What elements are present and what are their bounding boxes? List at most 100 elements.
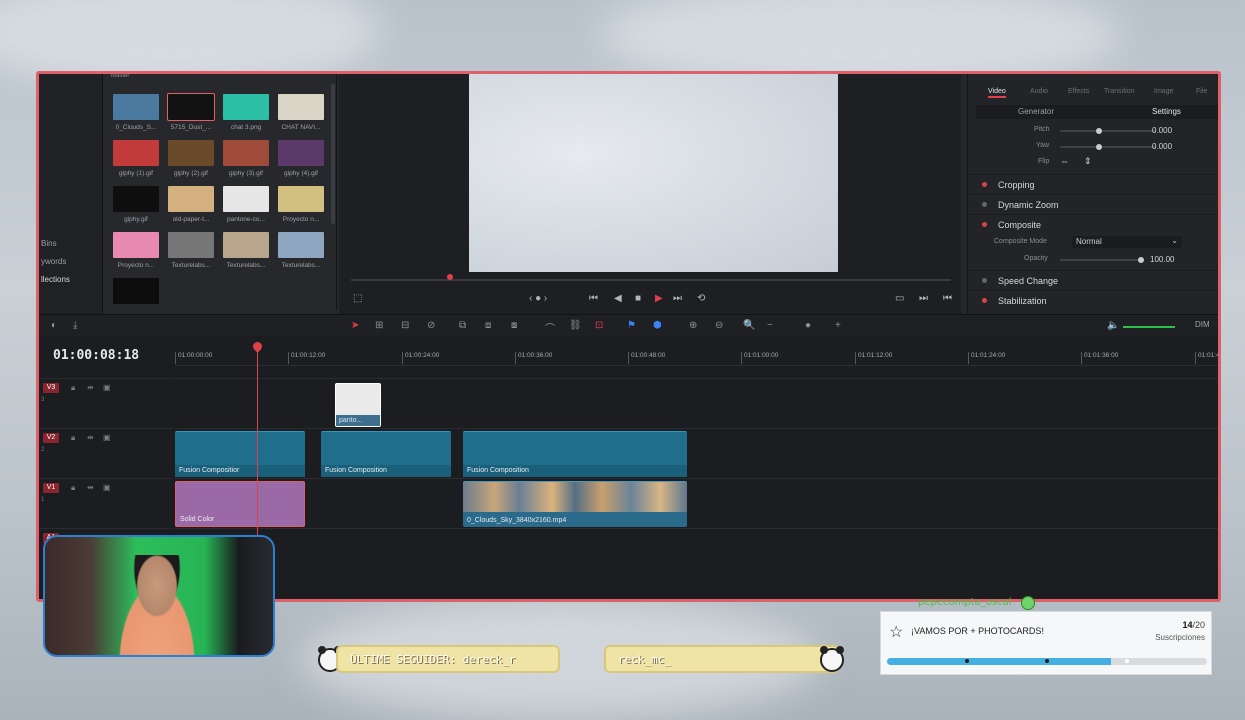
volume-slider[interactable]: [1123, 326, 1175, 328]
track-name-v3[interactable]: V3: [43, 383, 59, 393]
viewer-scrub-head[interactable]: [447, 274, 453, 280]
lock-track-icon[interactable]: 🔒︎: [71, 483, 75, 493]
subtab-generator[interactable]: Generator: [1018, 107, 1054, 116]
zoom-detail-icon[interactable]: ⊖: [715, 320, 723, 331]
speed-change-toggle[interactable]: [982, 278, 987, 283]
media-thumbnail[interactable]: giphy.gif: [113, 186, 159, 228]
clip-fusion-composition[interactable]: Fusion Composition: [463, 431, 687, 477]
link-icon[interactable]: ⛓: [569, 320, 582, 331]
media-thumbnail[interactable]: giphy (1).gif: [113, 140, 159, 182]
yaw-slider[interactable]: [1060, 146, 1156, 148]
pitch-slider[interactable]: [1060, 130, 1156, 132]
frame-nav-icon[interactable]: ‹ ● ›: [529, 293, 547, 304]
clip-solid-color[interactable]: Solid Color: [175, 481, 305, 527]
dim-button[interactable]: DIM: [1195, 320, 1210, 329]
zoom-custom-icon[interactable]: 🔍: [743, 320, 755, 331]
clip-pantone[interactable]: panto...: [335, 383, 381, 427]
lock-track-icon[interactable]: 🔒︎: [71, 383, 75, 393]
next-edit-icon[interactable]: ⏮: [943, 293, 952, 304]
timeline-ruler[interactable]: 01:00:00:00 01:00:12:00 01:00:24:00 01:0…: [175, 344, 1218, 366]
section-dynamic-zoom[interactable]: Dynamic Zoom: [968, 194, 1218, 214]
bin-item-collections[interactable]: llections: [41, 275, 70, 284]
zoom-fit-icon[interactable]: ⊕: [689, 320, 697, 331]
media-thumbnail[interactable]: giphy (3).gif: [223, 140, 269, 182]
lock-track-icon[interactable]: 🔒︎: [71, 433, 75, 443]
yaw-knob[interactable]: [1096, 144, 1102, 150]
flip-horizontal-icon[interactable]: ⇔: [1060, 156, 1069, 166]
clip-clouds-video[interactable]: 0_Clouds_Sky_3840x2160.mp4: [463, 481, 687, 527]
clip-fusion-composition[interactable]: Fusion Compositior: [175, 431, 305, 477]
media-thumbnail[interactable]: CHAT NAVI...: [278, 94, 324, 136]
stabilization-toggle[interactable]: [982, 298, 987, 303]
dynamic-trim-icon[interactable]: ⊟: [401, 320, 409, 331]
bin-item-keywords[interactable]: ywords: [41, 257, 66, 266]
overwrite-clip-icon[interactable]: ⧈: [485, 320, 491, 331]
media-thumbnail[interactable]: Texturelabs...: [223, 232, 269, 274]
opacity-slider[interactable]: [1060, 259, 1142, 261]
trim-tool-icon[interactable]: ⊞: [375, 320, 383, 331]
cropping-toggle[interactable]: [982, 182, 987, 187]
media-thumbnail[interactable]: 5715_Dust_...: [167, 93, 215, 136]
media-pool-scrollbar[interactable]: [331, 84, 335, 224]
bin-item-bins[interactable]: Bins: [41, 239, 57, 248]
pitch-value[interactable]: 0.000: [1152, 126, 1172, 135]
flip-vertical-icon[interactable]: ⇕: [1084, 156, 1092, 167]
media-thumbnail[interactable]: chat 3.png: [223, 94, 269, 136]
track-visibility-icon[interactable]: ▣: [103, 483, 111, 492]
skip-start-icon[interactable]: ⏮: [589, 293, 598, 304]
section-speed-change[interactable]: Speed Change: [968, 270, 1218, 290]
auto-select-icon[interactable]: ⇹: [87, 433, 94, 442]
play-icon[interactable]: ▶: [655, 293, 663, 304]
tab-effects[interactable]: Effects: [1068, 88, 1089, 95]
tab-video[interactable]: Video: [988, 88, 1006, 98]
subtab-settings[interactable]: Settings: [1152, 107, 1181, 116]
prev-edit-icon[interactable]: ⏭: [919, 293, 928, 304]
pitch-knob[interactable]: [1096, 128, 1102, 134]
razor-small-icon[interactable]: ⤓: [73, 320, 77, 331]
tab-transition[interactable]: Transition: [1104, 88, 1134, 95]
section-cropping[interactable]: Cropping: [968, 174, 1218, 194]
zoom-slider-knob[interactable]: ●: [805, 320, 811, 331]
viewer-scrub-bar[interactable]: [351, 279, 951, 281]
media-thumbnail[interactable]: Texturelabs...: [168, 232, 214, 274]
loop-icon[interactable]: ⟲: [697, 293, 705, 304]
tab-audio[interactable]: Audio: [1030, 88, 1048, 95]
composite-toggle[interactable]: [982, 222, 987, 227]
selection-tool-icon[interactable]: ➤: [351, 320, 359, 331]
timecode-display[interactable]: 01:00:08:18: [53, 348, 139, 363]
dynamic-zoom-toggle[interactable]: [982, 202, 987, 207]
play-reverse-icon[interactable]: ◀: [614, 293, 622, 304]
section-composite[interactable]: Composite: [968, 214, 1218, 234]
transform-icon[interactable]: ⬚: [353, 293, 362, 304]
media-thumbnail[interactable]: pantone-co...: [223, 186, 269, 228]
media-thumbnail[interactable]: Proyecto n...: [278, 186, 324, 228]
track-visibility-icon[interactable]: ▣: [103, 433, 111, 442]
media-thumbnail[interactable]: 0_Clouds_S...: [113, 94, 159, 136]
marker-icon[interactable]: ⬢: [653, 320, 662, 331]
media-thumbnail[interactable]: Texturelabs...: [278, 232, 324, 274]
blade-tool-icon[interactable]: ⊘: [427, 320, 435, 331]
flag-icon[interactable]: ⚑: [627, 320, 636, 331]
tab-file[interactable]: File: [1196, 88, 1207, 95]
opacity-value[interactable]: 100.00: [1150, 255, 1174, 264]
opacity-knob[interactable]: [1138, 257, 1144, 263]
snapping-icon[interactable]: ⌒: [545, 320, 555, 335]
track-name-v1[interactable]: V1: [43, 483, 59, 493]
section-stabilization[interactable]: Stabilization: [968, 290, 1218, 310]
skip-end-icon[interactable]: ⏭: [673, 293, 682, 304]
zoom-in-icon[interactable]: +: [835, 320, 841, 331]
tab-image[interactable]: Image: [1154, 88, 1173, 95]
zoom-out-icon[interactable]: −: [767, 320, 773, 331]
yaw-value[interactable]: 0.000: [1152, 142, 1172, 151]
auto-select-icon[interactable]: ⇹: [87, 483, 94, 492]
media-thumbnail[interactable]: giphy (4).gif: [278, 140, 324, 182]
composite-mode-dropdown[interactable]: Normal ⌄: [1072, 236, 1182, 248]
track-visibility-icon[interactable]: ▣: [103, 383, 111, 392]
track-name-v2[interactable]: V2: [43, 433, 59, 443]
stop-icon[interactable]: ■: [635, 293, 641, 304]
clip-fusion-composition[interactable]: Fusion Composition: [321, 431, 451, 477]
media-thumbnail[interactable]: Proyecto n...: [113, 232, 159, 274]
media-thumbnail[interactable]: giphy (2).gif: [168, 140, 214, 182]
layout-icon[interactable]: ◐: [51, 320, 57, 331]
insert-clip-icon[interactable]: ⧉: [459, 320, 466, 331]
